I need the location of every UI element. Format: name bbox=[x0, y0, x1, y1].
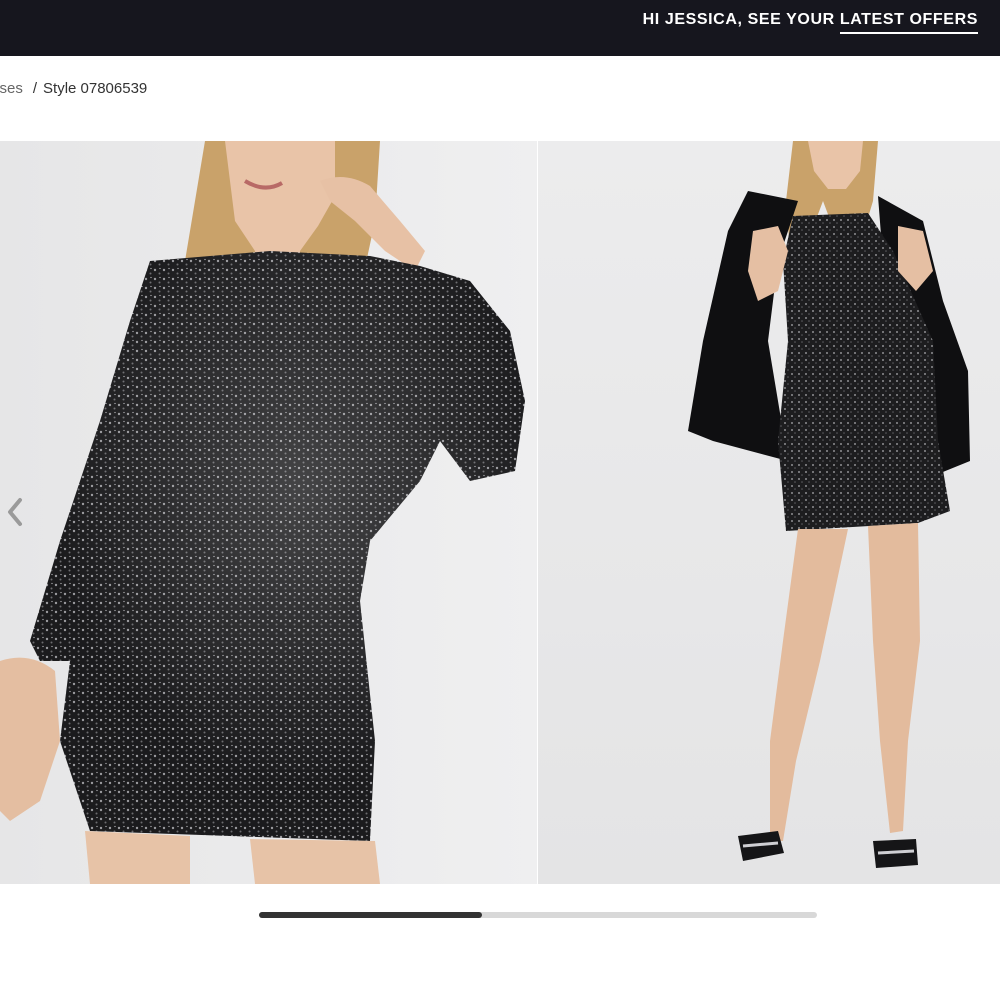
product-photo-closeup-icon bbox=[0, 141, 537, 884]
product-image-front[interactable] bbox=[0, 141, 537, 884]
product-gallery bbox=[0, 141, 1000, 884]
gallery-scrollbar[interactable] bbox=[259, 912, 817, 918]
offer-message: HI JESSICA, SEE YOUR LATEST OFFERS bbox=[643, 11, 978, 34]
product-image-full-length[interactable] bbox=[538, 141, 1000, 884]
latest-offers-link[interactable]: LATEST OFFERS bbox=[839, 11, 978, 34]
breadcrumb: sses / Style 07806539 bbox=[0, 80, 147, 97]
breadcrumb-dresses-link[interactable]: sses bbox=[0, 80, 23, 97]
greeting-text: HI JESSICA, SEE YOUR bbox=[642, 11, 840, 28]
previous-image-button[interactable] bbox=[4, 496, 26, 528]
chevron-left-icon bbox=[8, 498, 22, 526]
gallery-scrollbar-thumb[interactable] bbox=[259, 912, 482, 918]
breadcrumb-current: Style 07806539 bbox=[43, 80, 148, 97]
promo-bar: HI JESSICA, SEE YOUR LATEST OFFERS bbox=[0, 0, 1000, 56]
breadcrumb-separator: / bbox=[32, 80, 38, 97]
product-photo-full-icon bbox=[538, 141, 1000, 884]
